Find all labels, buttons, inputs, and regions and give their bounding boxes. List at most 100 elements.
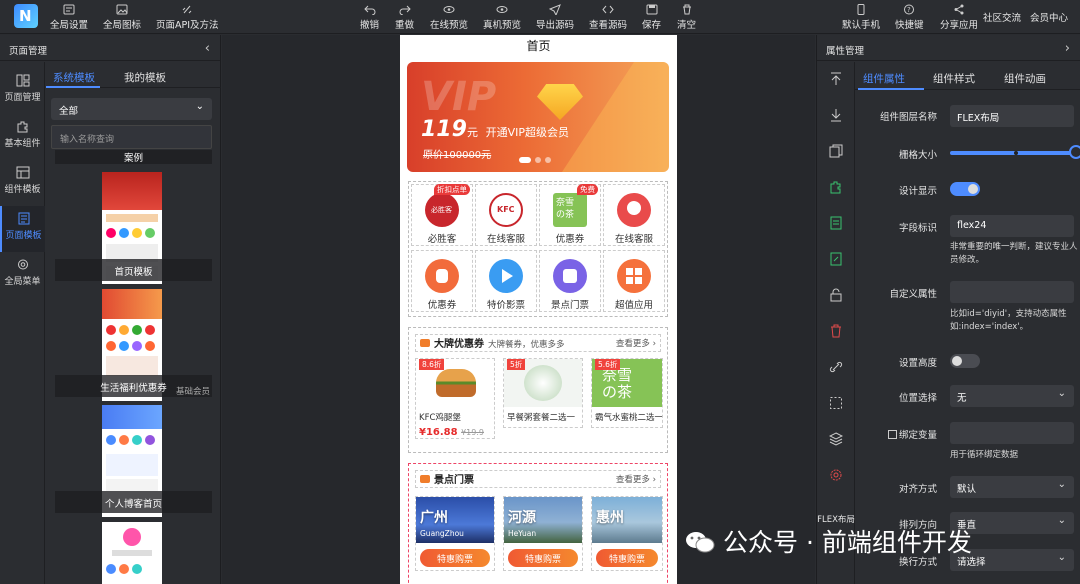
collapse-left-icon[interactable]: ‹ xyxy=(205,41,210,56)
redo-button[interactable]: 重做 xyxy=(395,4,414,31)
page-api-button[interactable]: 页面API及方法 xyxy=(156,4,219,31)
template-search-input[interactable]: 输入名称查询 xyxy=(51,125,212,149)
ticket-card[interactable]: 广州 GuangZhou 特惠购票 xyxy=(415,496,495,571)
vip-original-price: 原价100000元 xyxy=(423,150,492,161)
coupon-card[interactable]: 8.6折 KFC鸡腿堡 ¥16.88 ¥19.9 xyxy=(415,358,495,439)
save-button[interactable]: 保存 xyxy=(642,4,661,31)
default-phone-button[interactable]: 默认手机 xyxy=(842,4,880,31)
clear-button[interactable]: 清空 xyxy=(677,4,696,31)
shortcuts-button[interactable]: ? 快捷键 xyxy=(895,4,924,31)
send-icon xyxy=(549,4,561,15)
tab-component-props[interactable]: 组件属性 xyxy=(863,71,905,86)
buy-ticket-button[interactable]: 特惠购票 xyxy=(508,549,578,567)
property-tabs: 组件属性 组件样式 组件动画 xyxy=(855,62,1080,90)
ticket-icon xyxy=(553,259,587,293)
carousel-dots[interactable] xyxy=(519,155,555,166)
nav-basic-components[interactable]: 基本组件 xyxy=(0,114,45,160)
community-link[interactable]: 社区交流 xyxy=(983,10,1021,24)
tab-component-animation[interactable]: 组件动画 xyxy=(1004,71,1046,86)
gear-icon xyxy=(17,259,28,270)
position-select[interactable]: 无 ⌄ xyxy=(950,385,1074,407)
online-preview-button[interactable]: 在线预览 xyxy=(430,4,468,31)
field-id-input[interactable]: flex24 xyxy=(950,215,1074,237)
bind-var-input[interactable] xyxy=(950,422,1074,444)
category-select[interactable]: 全部 ⌄ xyxy=(51,98,212,120)
link-icon xyxy=(829,361,843,373)
tab-my-templates[interactable]: 我的模板 xyxy=(124,70,166,85)
member-center-link[interactable]: 会员中心 xyxy=(1030,10,1068,24)
template-thumbnail[interactable] xyxy=(102,522,162,584)
arrow-up-icon xyxy=(831,72,841,85)
save-icon xyxy=(646,4,657,15)
nav-page-templates[interactable]: 页面模板 xyxy=(0,206,45,252)
copy-button[interactable] xyxy=(817,138,855,166)
share-app-button[interactable]: 分享应用 xyxy=(940,4,978,31)
layers-button[interactable] xyxy=(817,426,855,454)
coupon-icon xyxy=(425,259,459,293)
tickets-section-header: 景点门票 查看更多 › xyxy=(415,470,661,488)
coupon-more-link[interactable]: 查看更多 › xyxy=(616,337,656,349)
grid-size-slider-track[interactable] xyxy=(950,151,1076,155)
template-tabs: 系统模板 我的模板 xyxy=(46,62,221,88)
eye-icon xyxy=(496,6,508,13)
nav-global-menu[interactable]: 全局菜单 xyxy=(0,252,45,298)
vip-banner[interactable]: VIP 119元 开通VIP超级会员 原价100000元 xyxy=(407,62,669,172)
align-select[interactable]: 默认 ⌄ xyxy=(950,476,1074,498)
lock-button[interactable] xyxy=(817,282,855,310)
grid-size-slider-thumb[interactable] xyxy=(1069,145,1080,159)
nav-component-templates[interactable]: 组件模板 xyxy=(0,160,45,206)
grid-item[interactable]: 在线客服 xyxy=(603,184,665,246)
page-button[interactable] xyxy=(817,210,855,238)
copy-icon xyxy=(829,144,843,158)
trash-icon xyxy=(682,4,691,15)
export-source-button[interactable]: 导出源码 xyxy=(536,4,574,31)
coupon-card[interactable]: 5折 早餐粥套餐二选一 xyxy=(503,358,583,428)
template-card-label[interactable]: 首页模板 xyxy=(55,259,212,281)
height-toggle[interactable] xyxy=(950,354,980,368)
document-icon xyxy=(830,216,842,230)
device-preview-button[interactable]: 真机预览 xyxy=(483,4,521,31)
grid-item[interactable]: 优惠券 xyxy=(411,250,473,312)
settings-button[interactable] xyxy=(817,462,855,490)
image-icon xyxy=(116,4,128,15)
template-card-label[interactable]: 案例 xyxy=(55,150,212,164)
edit-button[interactable] xyxy=(817,246,855,274)
select-area-button[interactable] xyxy=(817,390,855,418)
nav-page-manage[interactable]: 页面管理 xyxy=(0,68,45,114)
phone-preview[interactable]: 首页 VIP 119元 开通VIP超级会员 原价100000元 必胜客 必胜客 … xyxy=(400,35,677,584)
global-icons-button[interactable]: 全局图标 xyxy=(103,4,141,31)
edit-doc-icon xyxy=(830,252,842,266)
buy-ticket-button[interactable]: 特惠购票 xyxy=(596,549,658,567)
grid-item[interactable]: 奈雪 の茶 优惠券 免费 xyxy=(539,184,601,246)
help-icon: ? xyxy=(904,4,915,15)
undo-button[interactable]: 撤销 xyxy=(360,4,379,31)
grid-badge: 免费 xyxy=(577,184,598,195)
global-settings-button[interactable]: 全局设置 xyxy=(50,4,88,31)
grid-item[interactable]: 景点门票 xyxy=(539,250,601,312)
component-button[interactable] xyxy=(817,174,855,202)
ticket-card[interactable]: 惠州 特惠购票 xyxy=(591,496,663,571)
link-button[interactable] xyxy=(817,354,855,382)
tab-component-style[interactable]: 组件样式 xyxy=(933,71,975,86)
grid-item[interactable]: KFC 在线客服 xyxy=(475,184,537,246)
template-card-label[interactable]: 个人博客首页 xyxy=(55,491,212,513)
grid-item[interactable]: 超值应用 xyxy=(603,250,665,312)
tab-system-templates[interactable]: 系统模板 xyxy=(53,70,95,85)
display-toggle[interactable] xyxy=(950,182,980,196)
template-list-panel: 系统模板 我的模板 全部 ⌄ 输入名称查询 案例 首页模板 生活福利优惠券 基础… xyxy=(46,62,221,584)
delete-button[interactable] xyxy=(817,318,855,346)
layer-name-input[interactable]: FLEX布局 xyxy=(950,105,1074,127)
coupon-card[interactable]: 奈雪 の茶 5.6折 霸气水蜜桃二选一 xyxy=(591,358,663,428)
move-bottom-button[interactable] xyxy=(817,102,855,130)
ticket-card[interactable]: 河源 HeYuan 特惠购票 xyxy=(503,496,583,571)
grid-item[interactable]: 特价影票 xyxy=(475,250,537,312)
view-source-button[interactable]: 查看源码 xyxy=(589,4,627,31)
page-title: 首页 xyxy=(526,39,551,53)
buy-ticket-button[interactable]: 特惠购票 xyxy=(420,549,490,567)
grid-item[interactable]: 必胜客 必胜客 折扣点单 xyxy=(411,184,473,246)
custom-attr-input[interactable] xyxy=(950,281,1074,303)
tickets-more-link[interactable]: 查看更多 › xyxy=(616,473,656,485)
collapse-right-icon[interactable]: › xyxy=(1065,41,1070,56)
move-top-button[interactable] xyxy=(817,66,855,94)
phone-icon xyxy=(857,4,865,15)
